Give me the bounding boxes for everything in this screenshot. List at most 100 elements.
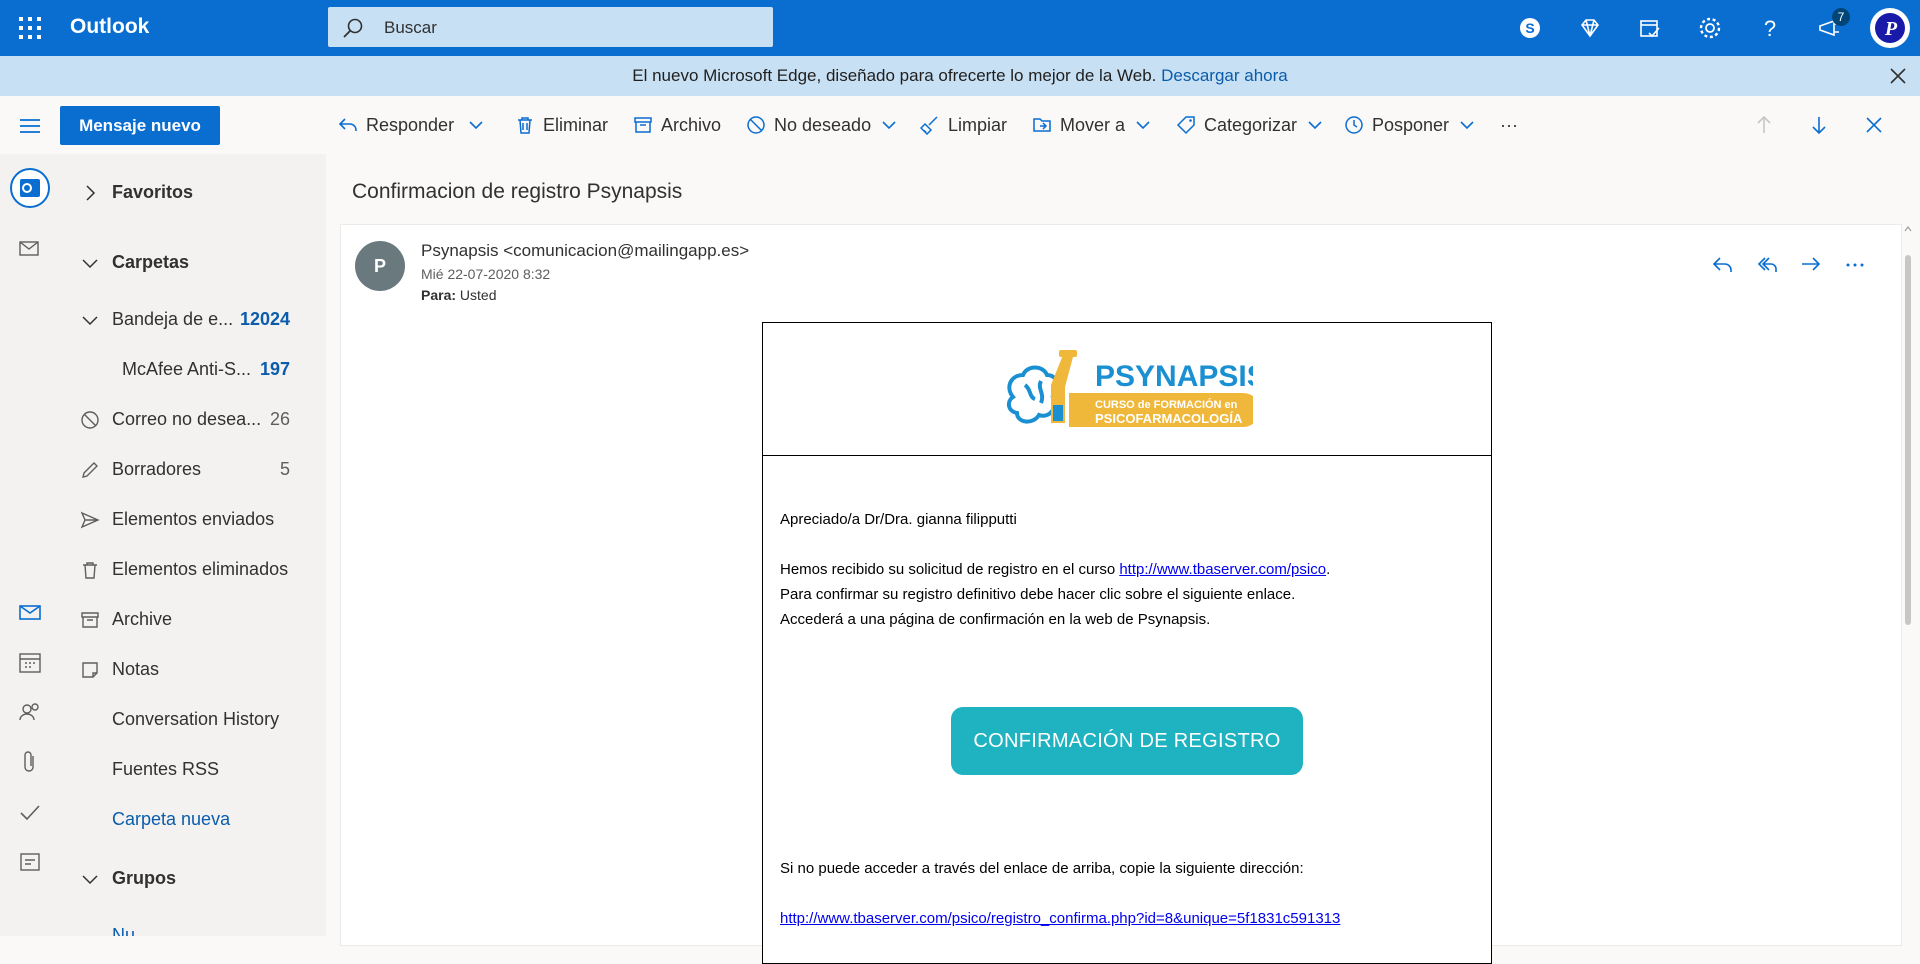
categorize-label: Categorizar xyxy=(1204,114,1298,135)
yammer-icon[interactable] xyxy=(16,848,44,876)
banner-text: El nuevo Microsoft Edge, diseñado para o… xyxy=(632,66,1157,85)
folder-unread-count: 197 xyxy=(259,359,290,379)
svg-text:S: S xyxy=(1525,20,1534,36)
close-reading-button[interactable] xyxy=(1864,110,1884,140)
confirmation-url-link[interactable]: http://www.tbaserver.com/psico/registro_… xyxy=(780,910,1340,927)
pencil-icon xyxy=(82,462,98,478)
diamond-icon[interactable] xyxy=(1576,14,1604,42)
command-bar: Mensaje nuevo Responder Eliminar Archivo… xyxy=(0,96,1920,155)
reply-button[interactable]: Responder xyxy=(338,110,454,140)
more-actions-label: ··· xyxy=(1500,114,1518,135)
confirm-registration-button[interactable]: CONFIRMACIÓN DE REGISTRO xyxy=(951,707,1303,775)
reply-icon xyxy=(1712,257,1732,272)
attachment-icon[interactable] xyxy=(16,748,44,776)
delete-button[interactable]: Eliminar xyxy=(515,110,608,140)
reading-scrollbar[interactable] xyxy=(1903,225,1913,625)
hamburger-menu-icon[interactable] xyxy=(18,114,42,138)
folder-deleted[interactable]: Elementos eliminados xyxy=(58,550,326,590)
folder-label: Fuentes RSS xyxy=(112,759,220,779)
folder-count: 5 xyxy=(279,459,290,479)
chevron-down-icon xyxy=(82,316,98,326)
email-body: PSYNAPSIS CURSO de FORMACIÓN en PSICOFAR… xyxy=(762,322,1492,964)
app-launcher-icon[interactable] xyxy=(16,14,44,42)
banner-close-icon[interactable] xyxy=(1888,66,1908,86)
more-actions-button[interactable]: ··· xyxy=(1500,110,1518,140)
sweep-button[interactable]: Limpiar xyxy=(920,110,1007,140)
reply-options-dropdown[interactable] xyxy=(466,110,486,140)
folder-sent[interactable]: Elementos enviados xyxy=(58,500,326,540)
svg-text:P: P xyxy=(1884,18,1898,40)
junk-label: No deseado xyxy=(774,114,872,135)
top-bar: Outlook Buscar S ? 7 P xyxy=(0,0,1920,56)
archive-label: Archivo xyxy=(661,114,722,135)
sender-name[interactable]: Psynapsis <comunicacion@mailingapp.es> xyxy=(421,241,749,261)
send-icon xyxy=(80,511,100,529)
junk-button[interactable]: No deseado xyxy=(746,110,899,140)
help-icon[interactable]: ? xyxy=(1756,14,1784,42)
clock-icon xyxy=(1345,116,1363,134)
people-icon[interactable] xyxy=(16,698,44,726)
logo-subtitle-2: PSICOFARMACOLOGÍA xyxy=(1095,411,1243,426)
todo-icon[interactable] xyxy=(16,798,44,826)
my-day-icon[interactable] xyxy=(1636,14,1664,42)
folder-label: Bandeja de e... xyxy=(112,309,234,329)
folders-header[interactable]: Carpetas xyxy=(58,243,326,283)
folder-conversation-history[interactable]: Conversation History xyxy=(58,700,326,740)
folder-notes[interactable]: Notas xyxy=(58,650,326,690)
group-new-partial[interactable]: Nu... xyxy=(58,916,326,936)
folder-junk[interactable]: Correo no desea... 26 xyxy=(58,400,326,440)
previous-message-button[interactable] xyxy=(1754,110,1774,140)
account-avatar[interactable]: P xyxy=(1870,8,1910,48)
trash-icon xyxy=(83,562,97,579)
folder-drafts[interactable]: Borradores 5 xyxy=(58,450,326,490)
forward-action[interactable] xyxy=(1799,253,1823,277)
body-line-1-end: . xyxy=(1326,561,1331,578)
new-message-button[interactable]: Mensaje nuevo xyxy=(60,106,220,145)
settings-gear-icon[interactable] xyxy=(1696,14,1724,42)
new-mail-rail-icon[interactable] xyxy=(16,234,44,262)
folder-label: Archive xyxy=(112,609,173,629)
broom-icon xyxy=(920,116,938,135)
folder-mcafee[interactable]: McAfee Anti-S... 197 xyxy=(58,350,326,390)
next-message-button[interactable] xyxy=(1809,110,1829,140)
arrow-up-icon xyxy=(1757,115,1771,133)
note-icon xyxy=(82,662,98,678)
search-box[interactable]: Buscar xyxy=(328,7,773,47)
to-value[interactable]: Usted xyxy=(460,287,497,303)
folder-archive[interactable]: Archive xyxy=(58,600,326,640)
reply-all-action[interactable] xyxy=(1755,253,1779,277)
folder-rss[interactable]: Fuentes RSS xyxy=(58,750,326,790)
snooze-button[interactable]: Posponer xyxy=(1344,110,1477,140)
sender-avatar[interactable]: P xyxy=(355,241,405,291)
calendar-icon[interactable] xyxy=(16,648,44,676)
archive-button[interactable]: Archivo xyxy=(633,110,721,140)
categorize-button[interactable]: Categorizar xyxy=(1176,110,1325,140)
course-link[interactable]: http://www.tbaserver.com/psico xyxy=(1119,561,1326,578)
search-input[interactable]: Buscar xyxy=(384,18,437,38)
folder-new[interactable]: Carpeta nueva xyxy=(58,800,326,840)
body-line-1-text: Hemos recibido su solicitud de registro … xyxy=(780,561,1120,578)
block-icon xyxy=(81,411,99,429)
fallback-link-line: http://www.tbaserver.com/psico/registro_… xyxy=(780,910,1340,927)
folder-inbox[interactable]: Bandeja de e... 12024 xyxy=(58,300,326,340)
edge-banner: El nuevo Microsoft Edge, diseñado para o… xyxy=(0,56,1920,96)
mail-icon[interactable] xyxy=(16,598,44,626)
psynapsis-logo: PSYNAPSIS CURSO de FORMACIÓN en PSICOFAR… xyxy=(1003,347,1253,433)
move-to-button[interactable]: Mover a xyxy=(1032,110,1153,140)
reply-icon xyxy=(338,118,357,131)
outlook-app-icon[interactable] xyxy=(10,168,50,208)
banner-download-link[interactable]: Descargar ahora xyxy=(1161,66,1288,85)
favorites-header[interactable]: Favoritos xyxy=(58,173,326,213)
snooze-label: Posponer xyxy=(1372,114,1450,135)
more-message-actions[interactable] xyxy=(1843,253,1867,277)
trash-icon xyxy=(518,117,532,134)
skype-icon[interactable]: S xyxy=(1516,14,1544,42)
forward-icon xyxy=(1802,257,1821,271)
reply-action[interactable] xyxy=(1711,253,1735,277)
groups-header[interactable]: Grupos xyxy=(58,859,326,899)
move-to-label: Mover a xyxy=(1060,114,1126,135)
to-label: Para: xyxy=(421,287,457,303)
groups-label: Grupos xyxy=(112,868,177,888)
notifications-icon[interactable]: 7 xyxy=(1816,8,1850,42)
app-title[interactable]: Outlook xyxy=(70,15,149,39)
